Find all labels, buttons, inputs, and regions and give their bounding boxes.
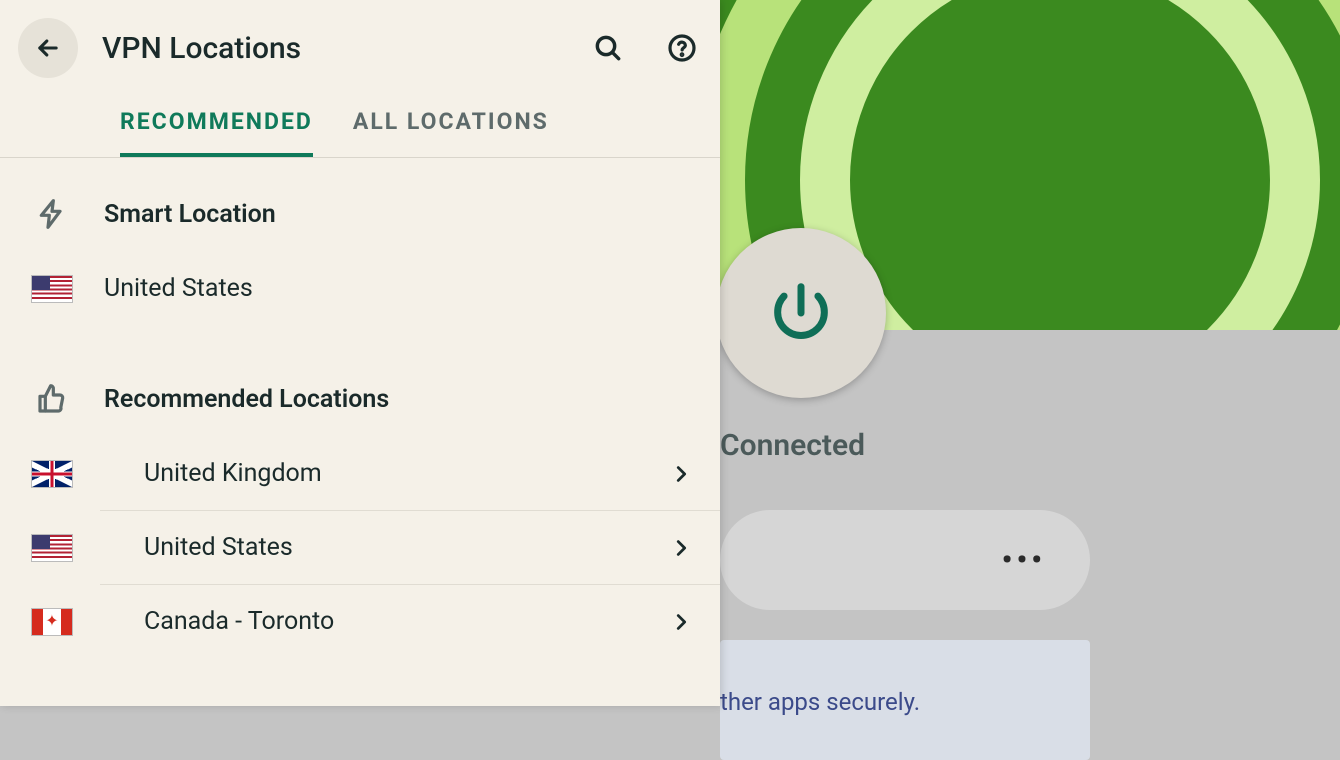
connection-status: Connected <box>720 428 865 463</box>
back-button[interactable] <box>18 18 78 78</box>
thumbs-up-icon <box>36 383 68 415</box>
panel-header: VPN Locations <box>0 0 720 88</box>
recommended-header: Recommended Locations <box>0 361 720 437</box>
location-label: United States <box>104 274 692 303</box>
smart-location-header: Smart Location <box>0 176 720 252</box>
chevron-right-icon <box>670 537 692 559</box>
section-label: Smart Location <box>104 200 692 229</box>
locations-panel: VPN Locations RECOMMENDED ALL LOCATIONS … <box>0 0 720 706</box>
locations-list: Smart Location United States Recommended… <box>0 158 720 706</box>
connect-power-button[interactable] <box>716 228 886 398</box>
flag-us-icon <box>31 275 73 303</box>
chevron-right-icon <box>670 463 692 485</box>
tab-all-locations[interactable]: ALL LOCATIONS <box>353 108 549 157</box>
location-item-us[interactable]: United States <box>100 511 720 585</box>
flag-ca-icon: ✦ <box>31 608 73 636</box>
panel-title: VPN Locations <box>102 31 550 66</box>
location-label: United States <box>144 533 640 562</box>
section-label: Recommended Locations <box>104 385 692 414</box>
flag-us-icon <box>31 534 73 562</box>
location-label: United Kingdom <box>144 459 640 488</box>
tab-recommended[interactable]: RECOMMENDED <box>120 108 313 157</box>
flag-uk-icon <box>31 460 73 488</box>
chevron-right-icon <box>670 611 692 633</box>
location-item-ca-toronto[interactable]: ✦ Canada - Toronto <box>100 585 720 658</box>
help-icon[interactable] <box>666 32 698 64</box>
tabs: RECOMMENDED ALL LOCATIONS <box>0 88 720 158</box>
smart-location-item[interactable]: United States <box>0 252 720 325</box>
location-item-uk[interactable]: United Kingdom <box>100 437 720 511</box>
arrow-left-icon <box>34 34 62 62</box>
hint-text: ther apps securely. <box>720 688 920 716</box>
current-location-pill[interactable]: ••• <box>720 510 1090 610</box>
power-icon <box>766 278 836 348</box>
search-icon[interactable] <box>592 32 624 64</box>
location-label: Canada - Toronto <box>144 607 640 636</box>
more-icon[interactable]: ••• <box>1002 543 1046 578</box>
lightning-icon <box>36 198 68 230</box>
